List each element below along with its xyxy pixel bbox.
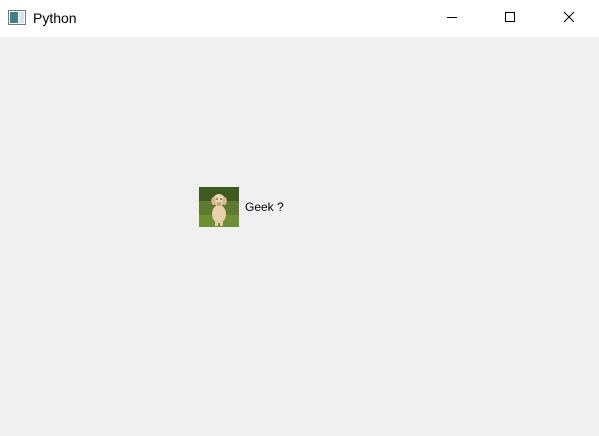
main-window: Python Geek ? (0, 0, 599, 436)
window-title: Python (33, 10, 77, 26)
title-bar[interactable]: Python (0, 0, 599, 37)
close-button[interactable] (539, 0, 599, 37)
puppy-photo (199, 187, 239, 227)
close-icon (563, 10, 575, 28)
minimize-button[interactable] (423, 0, 481, 37)
label-text: Geek ? (245, 200, 284, 214)
python-app-icon (8, 10, 26, 25)
minimize-icon (446, 10, 458, 28)
maximize-button[interactable] (481, 0, 539, 37)
maximize-icon (504, 10, 516, 28)
window-content: Geek ? (0, 37, 599, 436)
